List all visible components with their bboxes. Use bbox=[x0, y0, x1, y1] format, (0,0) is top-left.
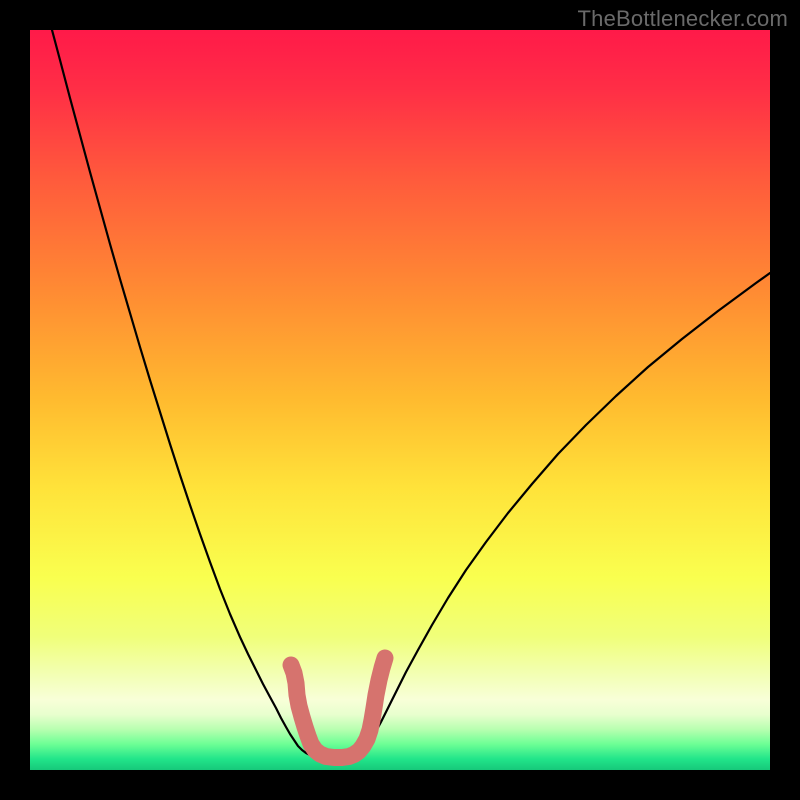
curve-layer bbox=[30, 30, 770, 770]
marker-band bbox=[291, 658, 385, 758]
plot-area bbox=[30, 30, 770, 770]
curve-left bbox=[52, 30, 317, 757]
watermark-text: TheBottlenecker.com bbox=[578, 6, 788, 32]
curve-right bbox=[352, 273, 770, 757]
outer-frame: TheBottlenecker.com bbox=[0, 0, 800, 800]
